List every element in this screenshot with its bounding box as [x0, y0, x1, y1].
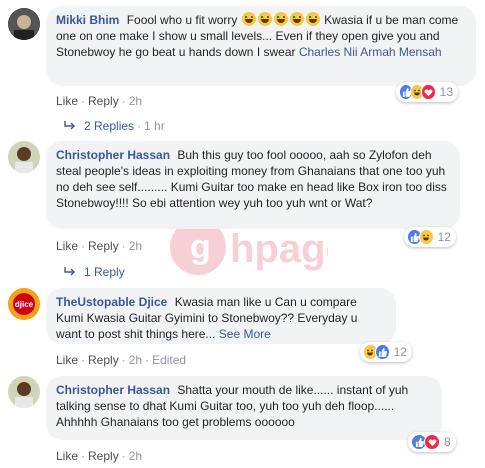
avatar[interactable]: djice — [8, 288, 40, 320]
reaction-summary[interactable]: 13 — [396, 82, 458, 102]
emoji-row — [241, 12, 324, 27]
comment-author[interactable]: Mikki Bhim — [56, 13, 119, 27]
reaction-summary[interactable]: 8 — [408, 432, 456, 452]
laughing-emoji-icon — [289, 12, 304, 26]
comment-actions: Like · Reply · 2h — [56, 94, 143, 108]
comment-bubble: TheUstopable Djice Kwasia man like u Can… — [46, 288, 396, 344]
mention-link[interactable]: Charles Nii Armah Mensah — [299, 45, 442, 59]
view-replies-link[interactable]: 1 Reply — [64, 265, 125, 280]
avatar[interactable] — [8, 141, 40, 173]
svg-text:g: g — [190, 228, 211, 266]
view-replies-link[interactable]: 2 Replies · 1 hr — [64, 119, 165, 134]
reply-arrow-icon — [64, 120, 78, 134]
comment-timestamp[interactable]: 2h — [129, 449, 142, 463]
comment-bubble: Christopher Hassan Shatta your mouth de … — [46, 376, 442, 440]
comment-timestamp[interactable]: 2h — [129, 353, 142, 367]
replies-count[interactable]: 1 Reply — [84, 265, 125, 279]
avatar[interactable] — [8, 376, 40, 408]
comment-actions: Like · Reply · 2h · Edited — [56, 353, 187, 367]
haha-icon — [418, 229, 434, 245]
reply-button[interactable]: Reply — [88, 353, 119, 367]
reaction-count: 12 — [437, 230, 451, 244]
reaction-summary[interactable]: 12 — [404, 227, 456, 247]
comment-bubble: Mikki Bhim Foool who u fit worry Kwasia … — [46, 6, 476, 86]
laughing-emoji-icon — [241, 12, 256, 26]
svg-text:hpage: hpage — [230, 227, 328, 271]
comment-author[interactable]: TheUstopable Djice — [56, 295, 167, 309]
edited-label[interactable]: Edited — [152, 353, 186, 367]
replies-time: 1 hr — [144, 119, 165, 133]
love-icon — [421, 84, 436, 100]
comment-actions: Like · Reply · 2h — [56, 239, 143, 253]
see-more-link[interactable]: See More — [219, 327, 271, 341]
comment-bubble: Christopher Hassan Buh this guy too fool… — [46, 141, 460, 229]
avatar[interactable] — [8, 8, 40, 40]
reply-arrow-icon — [64, 266, 78, 280]
reply-button[interactable]: Reply — [88, 239, 119, 253]
laughing-emoji-icon — [257, 12, 272, 26]
like-button[interactable]: Like — [56, 94, 78, 108]
comment-actions: Like · Reply · 2h — [56, 449, 143, 463]
comment-timestamp[interactable]: 2h — [129, 239, 142, 253]
reaction-summary[interactable]: 12 — [360, 342, 412, 362]
replies-count[interactable]: 2 Replies — [84, 119, 134, 133]
reaction-count: 12 — [393, 345, 407, 359]
comment-author[interactable]: Christopher Hassan — [56, 148, 170, 162]
comment-timestamp[interactable]: 2h — [129, 94, 142, 108]
like-button[interactable]: Like — [56, 239, 78, 253]
love-icon — [424, 434, 440, 450]
like-button[interactable]: Like — [56, 449, 78, 463]
reaction-count: 8 — [444, 435, 451, 449]
laughing-emoji-icon — [273, 12, 288, 26]
laughing-emoji-icon — [305, 12, 320, 26]
comment-text: Foool who u fit worry — [126, 13, 238, 27]
reaction-count: 13 — [439, 85, 454, 99]
svg-text:djice: djice — [15, 300, 34, 309]
comment-author[interactable]: Christopher Hassan — [56, 383, 170, 397]
like-button[interactable]: Like — [56, 353, 78, 367]
reply-button[interactable]: Reply — [88, 449, 119, 463]
like-icon — [374, 344, 390, 360]
reply-button[interactable]: Reply — [88, 94, 119, 108]
